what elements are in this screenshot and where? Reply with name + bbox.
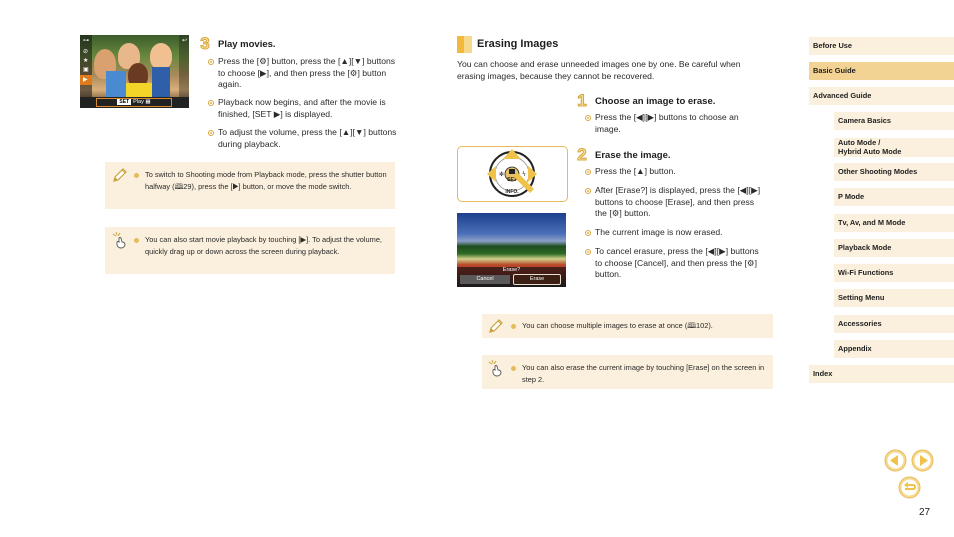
note-box: You can choose multiple images to erase …: [482, 314, 773, 338]
pencil-icon: [489, 319, 503, 333]
nav-item-camera-basics[interactable]: Camera Basics: [834, 112, 954, 130]
note-box: To switch to Shooting mode from Playback…: [105, 162, 395, 209]
pencil-icon: [113, 168, 127, 182]
nav-item-accessories[interactable]: Accessories: [834, 315, 954, 333]
bullet-icon: [208, 59, 214, 65]
list-item: To cancel erasure, press the [◀][▶] butt…: [585, 246, 765, 281]
nav-item-index[interactable]: Index: [809, 365, 954, 383]
nav-item-basic-guide[interactable]: Basic Guide: [809, 62, 954, 80]
touch-icon: [112, 231, 126, 249]
erase-icon: ⊘: [83, 49, 89, 55]
play-bar: SET Play ▦: [96, 98, 172, 107]
list-item: After [Erase?] is displayed, press the […: [585, 185, 765, 220]
return-icon[interactable]: [898, 476, 921, 499]
erase-screen-image: Erase? Cancel Erase: [457, 213, 566, 287]
bullet-icon: [134, 238, 139, 243]
list-item: Playback now begins, and after the movie…: [208, 97, 398, 120]
bullet-icon: [585, 169, 591, 175]
protect-icon: ⊶: [83, 38, 89, 44]
step-number-1: 1: [577, 91, 587, 110]
erase-option: Erase: [513, 274, 561, 285]
step-title: Choose an image to erase.: [595, 96, 716, 107]
step-title: Play movies.: [218, 39, 276, 50]
section-icon: [457, 36, 472, 53]
control-dial-illustration: SET INFO. ✻ ϟ: [457, 146, 568, 202]
note-box: You can also erase the current image by …: [482, 355, 773, 389]
bullet-icon: [585, 188, 591, 194]
erase-dialog: Erase? Cancel Erase: [457, 267, 566, 287]
album-icon: ▣: [83, 67, 89, 73]
star-icon: ★: [83, 58, 89, 64]
step-number-2: 2: [577, 145, 587, 164]
bullet-icon: [134, 173, 139, 178]
nav-item-playback-mode[interactable]: Playback Mode: [834, 239, 954, 257]
svg-text:✻: ✻: [499, 171, 504, 178]
bullet-icon: [208, 130, 214, 136]
prev-page-icon[interactable]: [884, 449, 907, 472]
nav-item-setting-menu[interactable]: Setting Menu: [834, 289, 954, 307]
nav-item-tv-av-and-m-mode[interactable]: Tv, Av, and M Mode: [834, 214, 954, 232]
svg-text:ϟ: ϟ: [522, 171, 526, 178]
section-title: Erasing Images: [477, 38, 559, 50]
nav-item-p-mode[interactable]: P Mode: [834, 188, 954, 206]
nav-item-wi-fi-functions[interactable]: Wi-Fi Functions: [834, 264, 954, 282]
bullet-icon: [208, 100, 214, 106]
step-number-3: 3: [200, 34, 210, 53]
intro-text: You can choose and erase unneeded images…: [457, 59, 741, 81]
list-item: Press the [⚙] button, press the [▲][▼] b…: [208, 56, 398, 91]
play-icon: ▶: [83, 77, 88, 83]
note-box: You can also start movie playback by tou…: [105, 227, 395, 274]
nav-item-other-shooting-modes[interactable]: Other Shooting Modes: [834, 163, 954, 181]
next-page-icon[interactable]: [911, 449, 934, 472]
list-item: Press the [◀][▶] buttons to choose an im…: [585, 112, 765, 135]
bullet-icon: [585, 230, 591, 236]
step-title: Erase the image.: [595, 150, 671, 161]
page-number: 27: [919, 507, 931, 518]
bullet-icon: [511, 324, 516, 329]
svg-text:INFO.: INFO.: [505, 189, 519, 195]
erase-question: Erase?: [502, 267, 521, 273]
bullet-icon: [511, 366, 516, 371]
bullet-icon: [585, 115, 591, 121]
side-menu: [80, 35, 92, 97]
nav-item-advanced-guide[interactable]: Advanced Guide: [809, 87, 954, 105]
bullet-icon: [585, 249, 591, 255]
nav-item-before-use[interactable]: Before Use: [809, 37, 954, 55]
nav-item-auto-mode-hybrid-auto-mode[interactable]: Auto Mode / Hybrid Auto Mode: [834, 138, 954, 157]
return-icon: ↩: [181, 38, 187, 44]
nav-item-appendix[interactable]: Appendix: [834, 340, 954, 358]
movie-icon: ▦: [145, 99, 151, 105]
playback-screen-image: ⊶ ⊘ ★ ▣ ▶ ↩ SET Play ▦: [80, 35, 189, 108]
list-item: The current image is now erased.: [585, 227, 765, 239]
control-dial-icon: SET INFO. ✻ ϟ: [487, 149, 537, 197]
touch-icon: [488, 359, 502, 377]
list-item: Press the [▲] button.: [585, 166, 765, 178]
list-item: To adjust the volume, press the [▲][▼] b…: [208, 127, 398, 150]
cancel-option: Cancel: [460, 275, 510, 284]
